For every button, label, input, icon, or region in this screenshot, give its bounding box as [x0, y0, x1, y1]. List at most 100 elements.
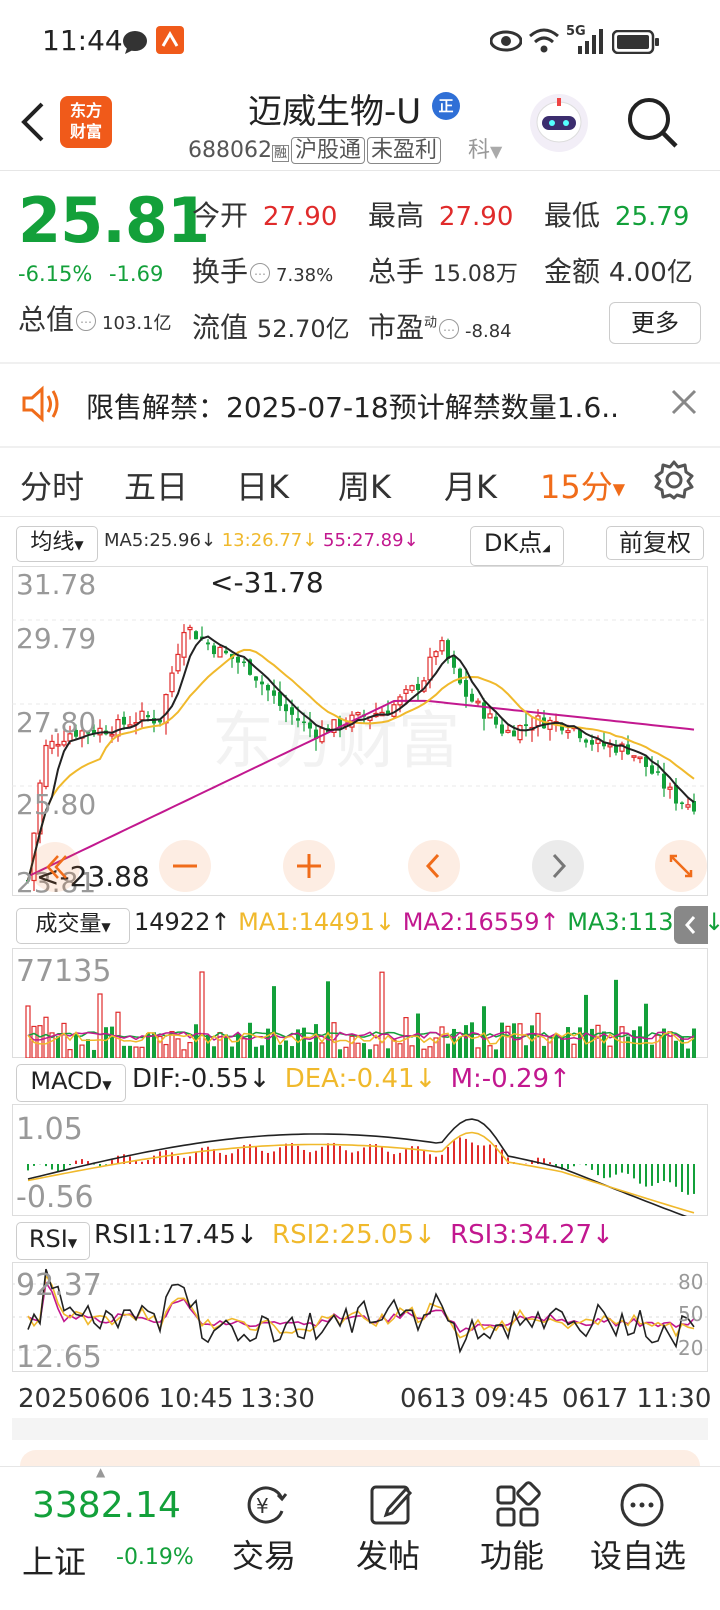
speaker-icon [20, 384, 64, 428]
scroll-left-button[interactable] [408, 840, 460, 892]
pe-value: -8.84 [465, 321, 512, 342]
scroll-right-button[interactable] [532, 840, 584, 892]
logo-text: 财富 [69, 122, 102, 141]
app-notification-icon [156, 26, 184, 58]
mktcap-value: 103.1亿 [102, 313, 172, 334]
axis-footer [12, 1418, 708, 1440]
settings-gear-icon[interactable] [654, 460, 694, 504]
open-stat: 今开 27.90 [192, 194, 337, 234]
rsi-level-label: 80 [678, 1270, 704, 1294]
low-label: 最低 [544, 199, 601, 232]
volume-value: 15.08万 [432, 262, 518, 287]
rsi-level-label: 50 [678, 1302, 704, 1326]
stock-code: 688062 [188, 138, 272, 163]
macd-indicator-select[interactable]: MACD▼ [16, 1064, 126, 1102]
open-label: 今开 [192, 199, 249, 232]
tab-15min[interactable]: 15分▼ [540, 462, 625, 508]
info-icon[interactable]: … [76, 311, 97, 331]
stock-title: 迈威生物-U [248, 92, 422, 132]
chevron-up-icon[interactable]: ▲ [96, 1465, 105, 1479]
verified-badge: 正 [432, 92, 460, 120]
search-icon[interactable] [626, 96, 680, 154]
date-label: 0617 11:30 [562, 1384, 712, 1414]
rsi2-value: RSI2:25.05↓ [272, 1220, 436, 1250]
eye-icon [489, 30, 523, 56]
post-edit-icon[interactable] [368, 1481, 416, 1533]
y-tick: 25.80 [16, 788, 97, 821]
tab-daily-k[interactable]: 日K [236, 462, 289, 508]
turnover-stat: 换手… 7.38% [192, 250, 333, 290]
zoom-in-button[interactable] [283, 840, 335, 892]
dk-point-button[interactable]: DK点◢ [470, 526, 564, 566]
back-button[interactable] [18, 102, 48, 146]
rsi-indicator-select[interactable]: RSI▼ [16, 1222, 90, 1260]
date-label: 13:30 [240, 1384, 315, 1414]
low-value: 25.79 [614, 202, 690, 232]
select-label: RSI [28, 1225, 68, 1253]
macd-dif: DIF:-0.55↓ [132, 1064, 271, 1094]
tab-monthly-k[interactable]: 月K [444, 462, 497, 508]
tags-expand-icon[interactable]: ▼ [490, 142, 502, 161]
y-tick: 27.80 [16, 706, 97, 739]
vol-ma1: MA1:14491↓ [238, 908, 396, 936]
collapse-panel-button[interactable] [674, 906, 708, 944]
tag-hkconnect: 沪股通 [291, 137, 366, 164]
float-value: 52.70亿 [256, 315, 350, 343]
rsi-chart [12, 1262, 708, 1372]
nav-post[interactable]: 发帖 [356, 1531, 420, 1577]
index-name[interactable]: 上证 [22, 1537, 86, 1583]
date-label: 0613 09:45 [400, 1384, 550, 1414]
tab-15min-label: 15分 [540, 468, 613, 506]
more-dots-icon[interactable] [618, 1481, 666, 1533]
candlestick-chart[interactable]: 东方财富 [12, 566, 708, 896]
turnover-label: 换手 [192, 255, 249, 288]
macd-top-label: 1.05 [16, 1112, 83, 1147]
fullscreen-button[interactable] [655, 840, 707, 892]
macd-dea: DEA:-0.41↓ [284, 1064, 437, 1094]
mean-line-select[interactable]: 均线▼ [16, 526, 98, 562]
status-time: 11:44 [42, 24, 123, 57]
vol-ma2: MA2:16559↑ [402, 908, 560, 936]
notice-bar[interactable]: 限售解禁：2025-07-18预计解禁数量1.6.. [0, 364, 720, 446]
high-label: 最高 [368, 199, 425, 232]
chevron-down-icon: ▼ [67, 1236, 78, 1250]
nav-functions[interactable]: 功能 [480, 1531, 544, 1577]
signal-icon [576, 28, 604, 58]
more-button[interactable]: 更多 [609, 302, 701, 344]
vol-current: 14922↑ [134, 908, 231, 936]
info-icon[interactable]: … [439, 319, 460, 339]
scroll-left-fast-button[interactable] [30, 842, 80, 892]
wifi-icon [528, 26, 560, 58]
app-logo[interactable]: 东方 财富 [60, 96, 112, 148]
float-label: 流值 [192, 311, 249, 344]
volume-chart [12, 948, 708, 1058]
tab-five-day[interactable]: 五日 [124, 462, 188, 508]
nav-trade[interactable]: 交易 [232, 1531, 296, 1577]
tab-weekly-k[interactable]: 周K [338, 462, 391, 508]
message-icon [122, 30, 148, 58]
rsi-top-label: 92.37 [16, 1268, 102, 1303]
zoom-out-button[interactable] [159, 840, 211, 892]
high-value: 27.90 [438, 202, 514, 232]
volume-indicator-select[interactable]: 成交量▼ [16, 908, 130, 944]
change-amount: -1.69 [108, 262, 164, 286]
functions-grid-icon[interactable] [494, 1481, 542, 1533]
chevron-down-icon: ▼ [74, 538, 84, 552]
bottom-bar: ▲ 3382.14 上证 -0.19% ¥ 交易 发帖 功能 设自选 [0, 1465, 720, 1610]
rsi-bottom-label: 12.65 [16, 1340, 102, 1375]
ma13-value: 13:26.77↓ [221, 530, 318, 551]
nav-add-watchlist[interactable]: 设自选 [590, 1531, 686, 1577]
info-icon[interactable]: … [250, 263, 271, 283]
chevron-down-icon: ▼ [101, 920, 111, 934]
tag-margin: 融 [271, 145, 289, 162]
corner-arrow-icon: ◢ [542, 543, 550, 554]
index-value[interactable]: 3382.14 [32, 1485, 181, 1526]
trade-icon[interactable]: ¥ [242, 1481, 290, 1533]
adjust-select[interactable]: 前复权 [606, 526, 704, 560]
assistant-avatar-icon[interactable] [528, 92, 590, 154]
macd-m: M:-0.29↑ [450, 1064, 571, 1094]
rsi-level-label: 20 [678, 1336, 704, 1360]
amount-value: 4.00亿 [608, 258, 693, 288]
close-icon[interactable] [670, 388, 698, 420]
tab-intraday[interactable]: 分时 [20, 462, 84, 508]
